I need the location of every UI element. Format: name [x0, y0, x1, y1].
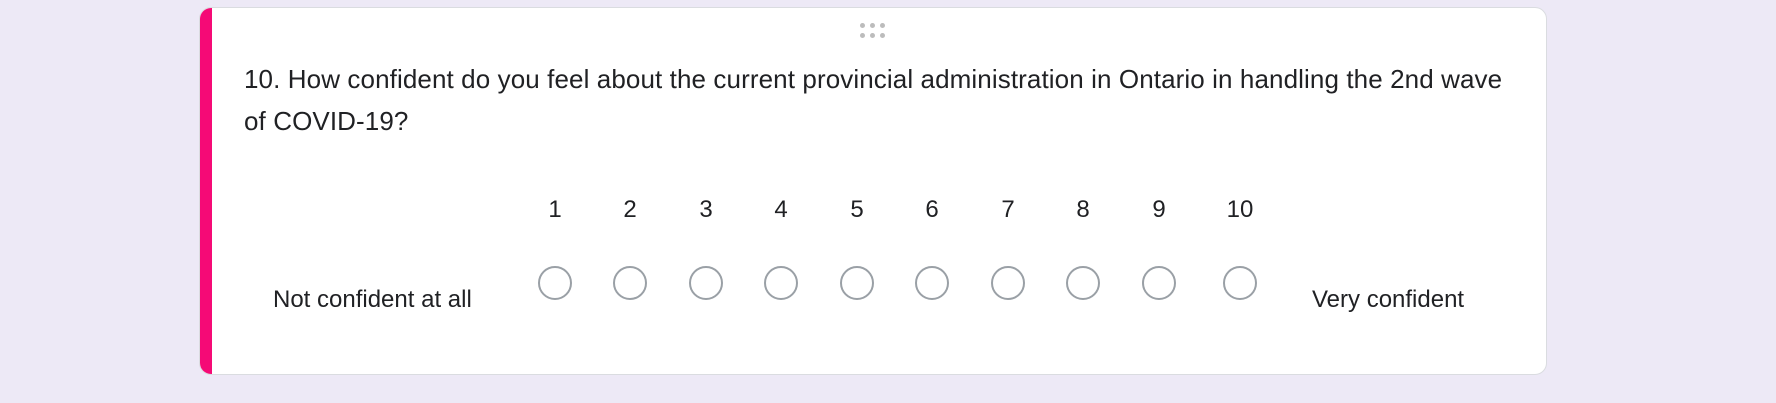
radio-option-4[interactable]: [764, 266, 798, 300]
question-card: 10. How confident do you feel about the …: [199, 7, 1547, 375]
scale-number-9: 9: [1152, 196, 1166, 223]
scale-number-5: 5: [850, 196, 864, 223]
scale-numbers-row: 1 2 3 4 5 6 7 8 9 10: [200, 196, 1546, 226]
scale-high-label: Very confident: [1312, 286, 1465, 313]
radio-option-9[interactable]: [1142, 266, 1176, 300]
radio-option-2[interactable]: [613, 266, 647, 300]
scale-number-6: 6: [925, 196, 939, 223]
drag-handle-icon[interactable]: [860, 23, 888, 41]
radio-option-5[interactable]: [840, 266, 874, 300]
scale-number-4: 4: [774, 196, 788, 223]
radio-option-1[interactable]: [538, 266, 572, 300]
scale-number-2: 2: [623, 196, 637, 223]
scale-low-label: Not confident at all: [273, 286, 472, 313]
radio-option-3[interactable]: [689, 266, 723, 300]
question-title: 10. How confident do you feel about the …: [244, 64, 1503, 136]
scale-number-7: 7: [1001, 196, 1015, 223]
scale-number-1: 1: [548, 196, 562, 223]
scale-number-3: 3: [699, 196, 713, 223]
radio-option-8[interactable]: [1066, 266, 1100, 300]
scale-number-10: 10: [1226, 196, 1254, 223]
scale-number-8: 8: [1076, 196, 1090, 223]
radio-option-10[interactable]: [1223, 266, 1257, 300]
radio-option-6[interactable]: [915, 266, 949, 300]
radio-option-7[interactable]: [991, 266, 1025, 300]
card-accent-bar: [200, 8, 212, 374]
